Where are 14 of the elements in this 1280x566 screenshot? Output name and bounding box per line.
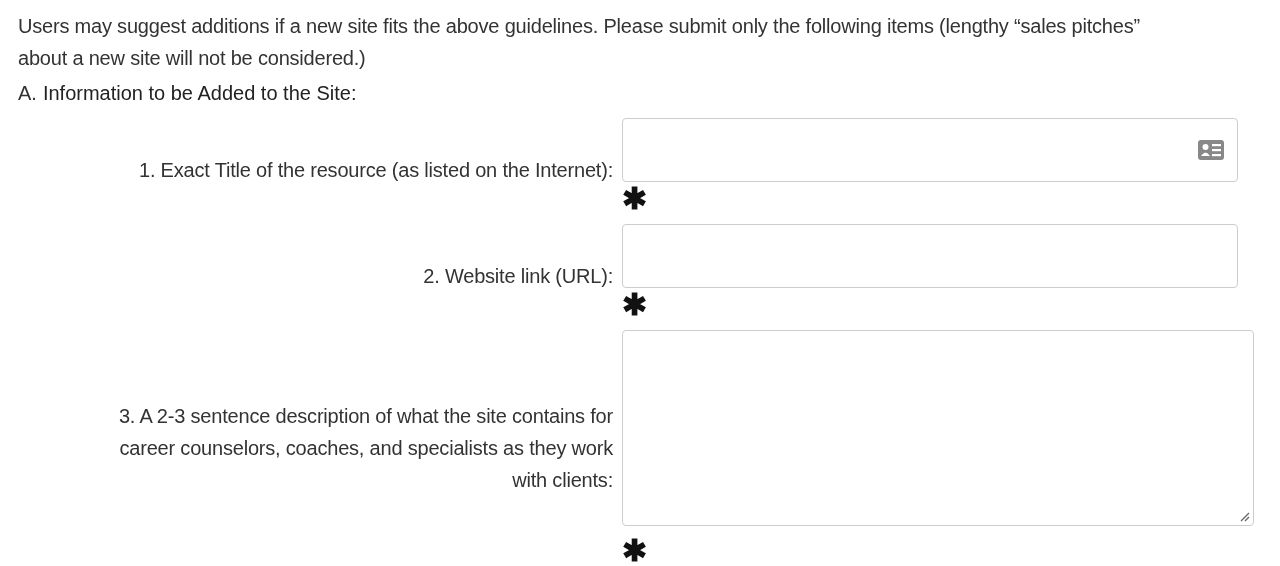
contact-card-icon[interactable]: [1198, 140, 1224, 160]
input-field[interactable]: [622, 118, 1238, 182]
section-title: Information to be Added to the Site:: [42, 81, 357, 106]
textarea-field[interactable]: [622, 330, 1254, 526]
section-letter: A.: [18, 81, 37, 106]
required-mark: ✱: [622, 538, 647, 564]
required-mark: ✱: [622, 186, 647, 212]
field-label: 1. Exact Title of the resource (as listed on the Internet):: [138, 158, 614, 183]
resize-handle-icon[interactable]: [1240, 512, 1250, 522]
field-label: 3. A 2-3 sentence description of what the site contains for career counselors, coaches, and specialists as they work with clients:: [117, 404, 614, 493]
intro-paragraph: Users may suggest additions if a new site fits the above guidelines. Please submit only the following items (lengthy “sales pitches” about a new site will not be considered.): [18, 14, 1141, 71]
input-field[interactable]: [622, 224, 1238, 288]
required-mark: ✱: [622, 292, 647, 318]
field-label: 2. Website link (URL):: [422, 264, 614, 289]
